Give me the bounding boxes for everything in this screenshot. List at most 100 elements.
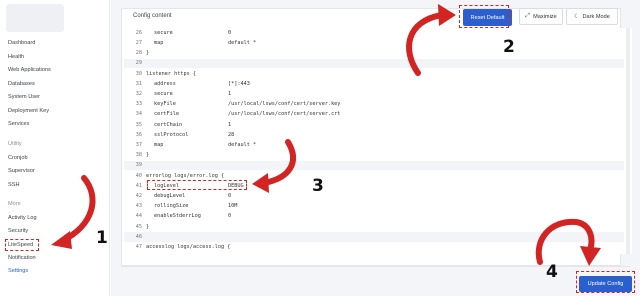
line-number: 43 [135, 203, 142, 210]
logo [6, 4, 64, 32]
sidebar-item-deployment-key[interactable]: Deployment Key [8, 108, 49, 114]
line-number: 44 [135, 213, 142, 220]
config-text: } [146, 50, 150, 57]
config-key: secure [154, 90, 173, 97]
line-number: 29 [135, 60, 142, 67]
config-key: map [154, 141, 164, 148]
sidebar-item-databases[interactable]: Databases [8, 81, 35, 87]
dark-mode-button[interactable]: ☾ Dark Mode [566, 8, 618, 25]
arrow-4-icon [535, 218, 601, 266]
maximize-button[interactable]: ⤢ Maximize [519, 8, 563, 25]
config-value: 0 [228, 192, 232, 199]
config-text: accesslog logs/access.log { [146, 243, 231, 250]
config-text: listener https { [146, 70, 196, 77]
sidebar-item-settings[interactable]: Settings [8, 268, 28, 274]
line-number: 26 [135, 29, 142, 36]
line-number: 36 [135, 131, 142, 138]
panel-title: Config content [133, 13, 172, 19]
editor-line[interactable]: 40 errorlog logs/error.log { [124, 171, 624, 181]
editor-line[interactable]: 36 sslProtocol 28 [124, 130, 624, 140]
config-value: /usr/local/lsws/conf/cert/server.key [228, 101, 341, 108]
editor-line[interactable]: 35 certChain 1 [124, 120, 624, 130]
editor-line[interactable]: 33 keyFile/usr/local/lsws/conf/cert/serve… [124, 99, 624, 109]
sidebar-item-dashboard[interactable]: Dashboard [8, 40, 35, 46]
editor-scrollbar[interactable] [626, 28, 630, 254]
config-value: default * [228, 39, 257, 46]
editor-line[interactable]: 39 [124, 160, 624, 171]
step-number-3: 3 [312, 176, 324, 196]
sidebar-item-supervisor[interactable]: Supervisor [8, 168, 35, 174]
config-text: errorlog logs/error.log { [146, 172, 225, 179]
editor-line[interactable]: 30 listener https { [124, 69, 624, 79]
editor-line[interactable]: 31 address [*]:443 [124, 79, 624, 89]
sidebar-item-web-applications[interactable]: Web Applications [8, 67, 51, 73]
editor-line[interactable]: 29 [124, 58, 624, 69]
line-number: 42 [135, 192, 142, 199]
sidebar-item-notification[interactable]: Notification [8, 255, 36, 261]
config-value: /usr/local/lsws/conf/cert/server.crt [228, 111, 341, 118]
config-key: address [154, 80, 176, 87]
maximize-icon: ⤢ [525, 13, 531, 19]
editor-line[interactable]: 32 secure 1 [124, 89, 624, 99]
sidebar-item-security[interactable]: Security [8, 228, 28, 234]
line-number: 28 [135, 50, 142, 57]
sidebar-group-more: More [8, 201, 21, 207]
config-value: 10M [228, 203, 238, 210]
config-value: 0 [228, 213, 232, 220]
editor-line[interactable]: 37 map default * [124, 140, 624, 150]
line-number: 33 [135, 101, 142, 108]
highlight-loglevel [147, 180, 247, 190]
sidebar-group-utility: Utility [8, 141, 22, 147]
line-number: 34 [135, 111, 142, 118]
line-number: 27 [135, 39, 142, 46]
sidebar: Dashboard Health Web Applications Databa… [0, 0, 110, 296]
step-number-1: 1 [96, 228, 108, 248]
config-key: keyFile [154, 101, 176, 108]
config-key: rollingSize [154, 203, 189, 210]
line-number: 32 [135, 90, 142, 97]
config-value: [*]:443 [228, 80, 250, 87]
config-key: secure [154, 29, 173, 36]
config-key: map [154, 39, 164, 46]
maximize-label: Maximize [533, 13, 557, 20]
editor-line[interactable]: 42 debugLevel 0 [124, 191, 624, 201]
config-text: } [146, 152, 150, 159]
line-number: 31 [135, 80, 142, 87]
sidebar-item-cronjob[interactable]: Cronjob [8, 155, 28, 161]
config-key: certFile [154, 111, 179, 118]
line-number: 39 [135, 162, 142, 169]
config-text: } [146, 223, 150, 230]
config-key: sslProtocol [154, 131, 189, 138]
sidebar-item-ssh[interactable]: SSH [8, 182, 20, 188]
sidebar-item-system-user[interactable]: System User [8, 94, 40, 100]
line-number: 41 [135, 182, 142, 189]
sidebar-item-services[interactable]: Services [8, 121, 29, 127]
line-number: 46 [135, 233, 142, 240]
editor-line[interactable]: 34 certFile/usr/local/lsws/conf/cert/serv… [124, 110, 624, 120]
highlight-reset-default [459, 5, 509, 28]
step-number-4: 4 [546, 262, 558, 282]
line-number: 35 [135, 121, 142, 128]
line-number: 30 [135, 70, 142, 77]
step-number-2: 2 [503, 37, 515, 57]
editor-line[interactable]: 28} [124, 48, 624, 58]
sidebar-item-health[interactable]: Health [8, 54, 24, 60]
line-number: 37 [135, 141, 142, 148]
config-key: certChain [154, 121, 183, 128]
dark-mode-label: Dark Mode [582, 13, 610, 20]
sidebar-item-activity-log[interactable]: Activity Log [8, 215, 37, 221]
editor-line[interactable]: 43 rollingSize 10M [124, 201, 624, 211]
config-value: 0 [228, 29, 232, 36]
arrow-2-icon [406, 4, 456, 76]
editor-line[interactable]: 38} [124, 150, 624, 160]
config-key: enableStderrLog [154, 213, 201, 220]
arrow-3-icon [252, 139, 296, 193]
line-number: 45 [135, 223, 142, 230]
editor-line[interactable]: 27 map default * [124, 38, 624, 48]
line-number: 47 [135, 243, 142, 250]
config-value: 1 [228, 121, 232, 128]
editor-line[interactable]: 26 secure 0 [124, 28, 624, 38]
config-value: 28 [228, 131, 235, 138]
highlight-update-config [576, 271, 635, 293]
moon-icon: ☾ [574, 14, 580, 20]
